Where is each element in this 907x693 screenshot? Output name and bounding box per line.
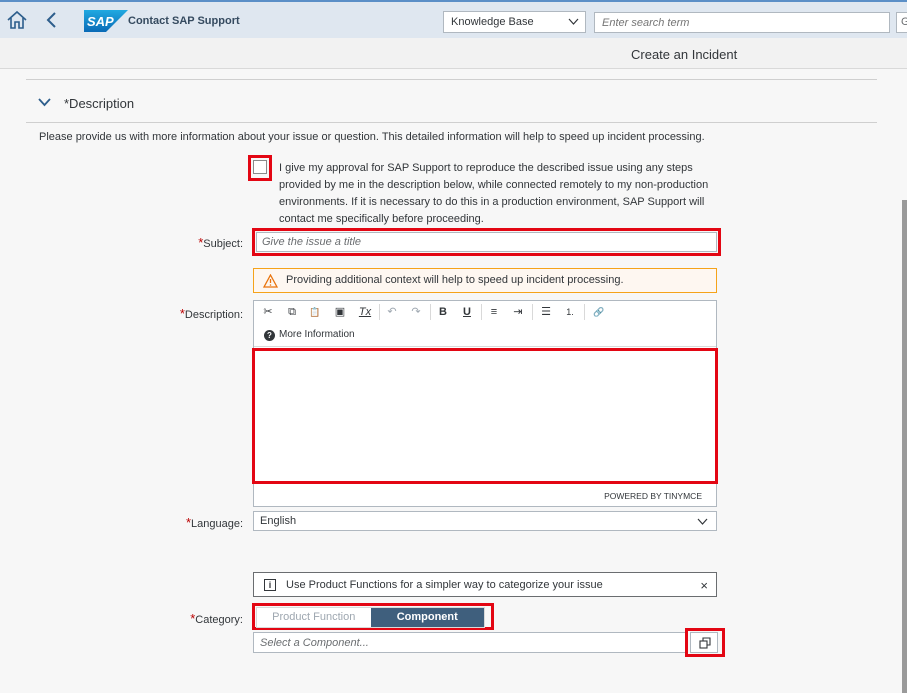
subject-label: *Subject: [43,235,243,250]
description-label: *Description: [43,306,243,321]
language-label: *Language: [43,515,243,530]
component-input[interactable]: Select a Component... [253,632,687,653]
description-label-text: Description: [184,309,243,321]
toolbar-separator [430,304,431,320]
numbered-list-icon[interactable]: 1. [562,304,578,320]
shell-bar: SAP Contact SAP Support Knowledge Base G [0,0,907,38]
page-title: Create an Incident [631,47,738,62]
subject-input[interactable]: Give the issue a title [256,232,717,252]
close-icon[interactable]: × [700,578,708,593]
underline-icon[interactable]: U [459,304,475,320]
category-segmented-button: Product Function Component [256,607,485,628]
segment-component[interactable]: Component [370,608,484,627]
bold-icon[interactable]: B [435,304,451,320]
search-button[interactable]: G [896,12,907,33]
divider [26,122,877,123]
highlight-box [252,348,718,484]
language-label-text: Language: [191,518,243,530]
link-icon[interactable]: 🔗 [591,304,607,320]
align-left-icon[interactable]: ≡ [486,304,502,320]
category-label-text: Category: [195,614,243,626]
clear-format-icon[interactable]: Tx [357,304,373,320]
toolbar-separator [532,304,533,320]
warning-icon [263,274,278,288]
sap-logo-text: SAP [87,14,114,29]
subject-label-text: Subject: [203,238,243,250]
home-icon[interactable] [6,10,28,30]
indent-icon[interactable]: ⇥ [510,304,526,320]
language-value: English [260,515,297,527]
back-icon[interactable] [44,10,58,30]
chevron-down-icon [697,518,708,525]
section-title: *Description [64,96,135,111]
component-placeholder: Select a Component... [260,637,369,649]
search-input[interactable] [594,12,890,33]
toolbar-separator [584,304,585,320]
scope-select[interactable]: Knowledge Base [443,11,586,33]
toolbar-separator [481,304,482,320]
category-label: *Category: [43,611,243,626]
segment-product-function[interactable]: Product Function [257,608,371,627]
redo-icon[interactable]: ↷ [408,304,424,320]
language-select[interactable]: English [253,511,717,531]
approval-text: I give my approval for SAP Support to re… [279,162,709,225]
more-information-label: More Information [279,329,355,340]
editor-toolbar: ✂ ⧉ 📋 ▣ Tx ↶ ↷ B U ≡ ⇥ ☰ 1. 🔗 ? More Info… [254,301,716,347]
bullet-list-icon[interactable]: ☰ [538,304,554,320]
page-subheader: Create an Incident [0,38,907,69]
section-intro: Please provide us with more information … [39,131,705,143]
collapse-chevron-icon[interactable] [38,97,51,107]
cut-icon[interactable]: ✂ [260,304,276,320]
subject-placeholder: Give the issue a title [262,236,362,248]
highlight-box [685,628,725,657]
paste-text-icon[interactable]: ▣ [332,304,348,320]
toolbar-separator [379,304,380,320]
paste-icon[interactable]: 📋 [307,304,323,320]
approval-checkbox[interactable] [253,160,267,174]
powered-by-label: POWERED BY TINYMCE [604,491,702,501]
scope-select-value: Knowledge Base [451,16,534,28]
warning-text: Providing additional context will help t… [286,274,624,286]
help-icon: ? [264,330,275,341]
sap-logo: SAP [84,10,128,32]
chevron-down-icon [568,18,579,25]
warning-message-strip: Providing additional context will help t… [253,268,717,293]
more-information-button[interactable]: ? More Information [264,329,355,341]
info-text: Use Product Functions for a simpler way … [286,579,603,591]
undo-icon[interactable]: ↶ [384,304,400,320]
divider [26,79,877,80]
info-icon: i [264,579,276,591]
app-title: Contact SAP Support [128,15,240,27]
scrollbar[interactable] [902,200,907,693]
info-message-strip: i Use Product Functions for a simpler wa… [253,572,717,597]
copy-icon[interactable]: ⧉ [284,304,300,320]
